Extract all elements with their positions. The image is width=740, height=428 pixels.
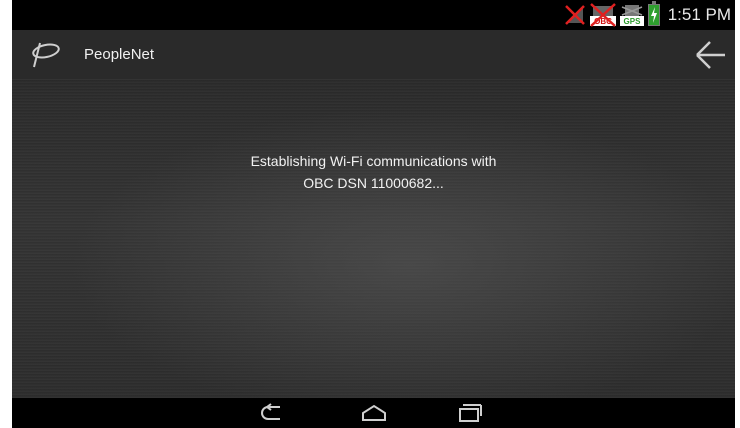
gps-icon: GPS: [619, 5, 644, 26]
peoplenet-logo: [32, 42, 60, 68]
main-content: Establishing Wi-Fi communications with O…: [12, 80, 735, 398]
message-line-1: Establishing Wi-Fi communications with: [250, 153, 497, 169]
back-arrow-icon[interactable]: [693, 38, 729, 72]
status-clock: 1:51 PM: [667, 5, 731, 24]
home-nav-icon[interactable]: [358, 402, 390, 424]
app-title: PeopleNet: [84, 46, 155, 63]
recents-nav-icon[interactable]: [453, 402, 485, 424]
message-line-2: OBC DSN 11000682...: [303, 175, 444, 191]
status-bar: OBC GPS 1:51 PM: [12, 0, 735, 30]
svg-text:GPS: GPS: [623, 17, 641, 26]
back-nav-icon[interactable]: [258, 402, 290, 424]
status-icons: OBC GPS 1:51 PM: [564, 0, 735, 30]
obc-off-icon: OBC: [589, 3, 616, 27]
device-screen: OBC GPS 1:51 PM PeopleNet Establishing W…: [12, 0, 735, 428]
status-message: Establishing Wi-Fi communications with O…: [12, 150, 735, 194]
signal-off-icon: [564, 5, 585, 25]
action-bar: PeopleNet: [12, 30, 735, 80]
battery-charging-icon: [647, 1, 660, 26]
navigation-bar: [12, 398, 735, 428]
